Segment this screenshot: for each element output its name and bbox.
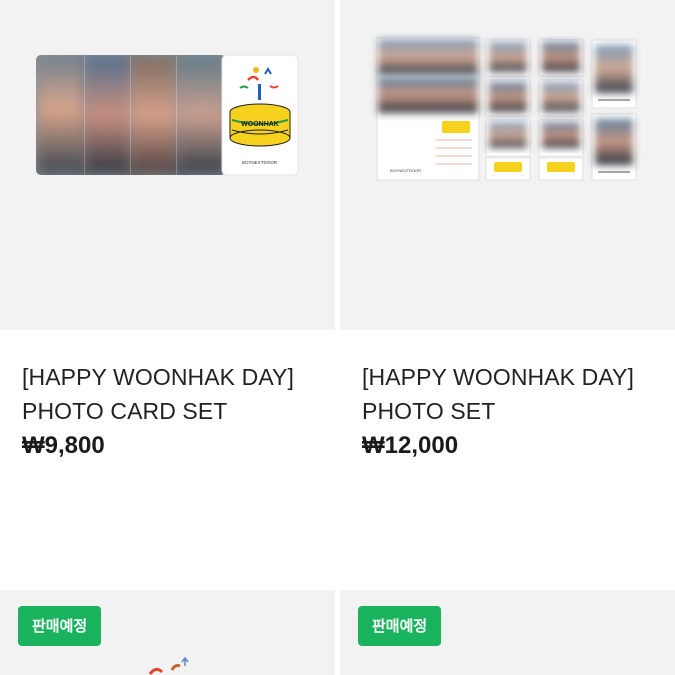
svg-text:BOYNEXTDOOR: BOYNEXTDOOR xyxy=(390,168,421,173)
product-title-line1: [HAPPY WOONHAK DAY] xyxy=(362,364,634,390)
product-thumbnail[interactable]: WOONHAK BOYNEXTDOOR xyxy=(0,0,335,330)
brand-label: BOYNEXTDOOR xyxy=(242,160,278,165)
status-badge-coming-soon: 판매예정 xyxy=(18,606,102,646)
product-card-photo-card-set[interactable]: WOONHAK BOYNEXTDOOR [HAPPY WOONHAK DAY] … xyxy=(0,0,335,585)
product-price: ₩12,000 xyxy=(362,432,459,459)
photo-card-set-image: WOONHAK BOYNEXTDOOR xyxy=(36,54,299,176)
product-title-line2: PHOTO CARD SET xyxy=(22,398,228,424)
product-title-line2: PHOTO SET xyxy=(362,398,496,424)
product-card[interactable]: 판매예정 xyxy=(0,590,335,675)
product-grid: WOONHAK BOYNEXTDOOR [HAPPY WOONHAK DAY] … xyxy=(0,0,675,675)
product-title[interactable]: [HAPPY WOONHAK DAY] PHOTO SET xyxy=(362,360,662,428)
status-badge-coming-soon: 판매예정 xyxy=(358,606,442,646)
product-price: ₩9,800 xyxy=(22,432,105,459)
product-title-line1: [HAPPY WOONHAK DAY] xyxy=(22,364,294,390)
product-title[interactable]: [HAPPY WOONHAK DAY] PHOTO CARD SET xyxy=(22,360,322,428)
product-card[interactable]: 판매예정 xyxy=(340,590,675,675)
cake-label: WOONHAK xyxy=(241,121,279,128)
photo-set-image: BOYNEXTDOOR xyxy=(376,37,637,181)
product-card-photo-set[interactable]: BOYNEXTDOOR [HAPPY WOONHAK DAY] PHOTO SE… xyxy=(340,0,675,585)
product-thumbnail[interactable]: BOYNEXTDOOR xyxy=(340,0,675,330)
